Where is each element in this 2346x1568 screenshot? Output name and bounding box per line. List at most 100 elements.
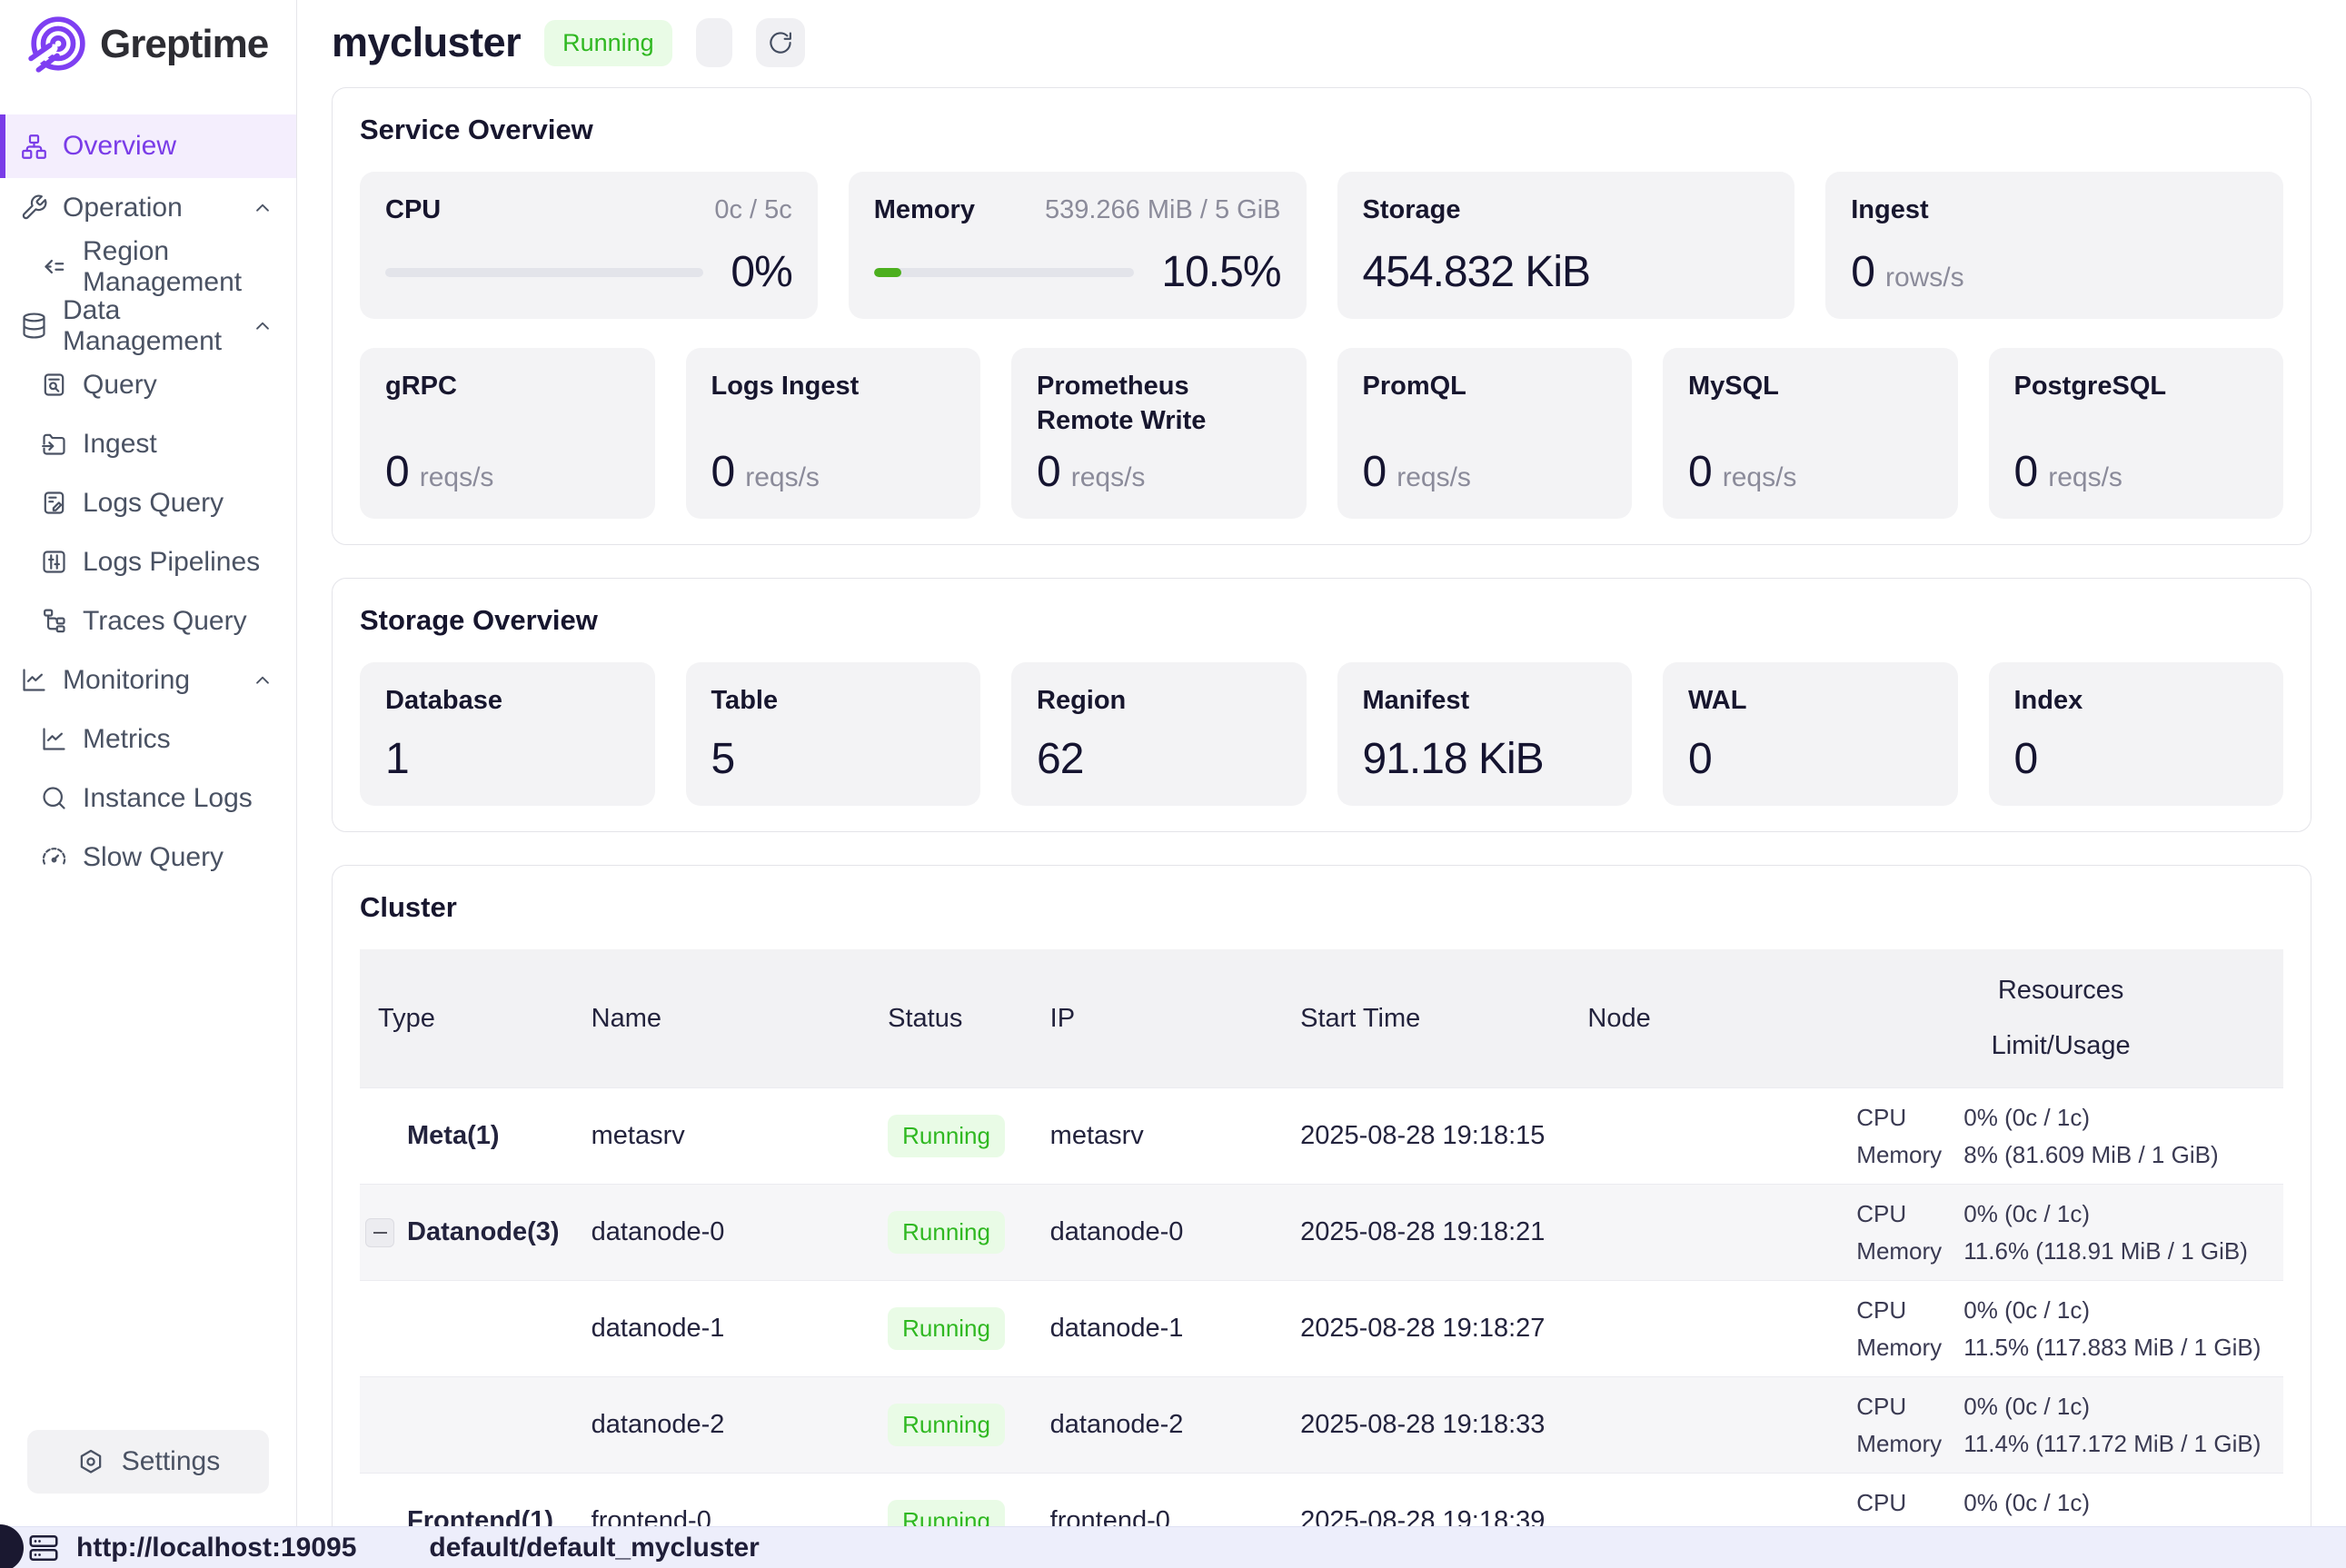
col-ip: IP <box>1032 949 1282 1087</box>
col-node: Node <box>1569 949 1838 1087</box>
sidebar-item-slow-query[interactable]: Slow Query <box>0 828 296 887</box>
memory-progress-track <box>874 268 1135 277</box>
status-bar: http://localhost:19095 default/default_m… <box>0 1526 2346 1568</box>
memory-progress-fill <box>874 268 901 277</box>
edge-widget[interactable] <box>0 1524 24 1568</box>
table-label: Table <box>711 684 956 719</box>
sidebar-item-operation[interactable]: Operation <box>0 178 296 237</box>
cell-type: Frontend(1) <box>360 1506 573 1526</box>
storage-value: 454.832 KiB <box>1363 248 1591 296</box>
row-status-badge: Running <box>888 1500 1005 1526</box>
cell-ip: datanode-1 <box>1032 1314 1282 1344</box>
row-status-badge: Running <box>888 1404 1005 1446</box>
settings-button[interactable]: Settings <box>27 1430 269 1494</box>
sidebar-item-label: Logs Query <box>83 488 224 519</box>
sidebar-nav: Overview Operation Region Management <box>0 114 296 887</box>
table-row-datanode-1: datanode-1 Running datanode-1 2025-08-28… <box>360 1280 2283 1376</box>
database-card: Database 1 <box>360 662 655 806</box>
row-status-badge: Running <box>888 1307 1005 1350</box>
sidebar-item-query[interactable]: Query <box>0 355 296 414</box>
sidebar-item-traces-query[interactable]: Traces Query <box>0 591 296 650</box>
res-mem-value: 11.5% (117.883 MiB / 1 GiB) <box>1963 1334 2261 1362</box>
host-url[interactable]: http://localhost:19095 <box>76 1533 356 1563</box>
res-mem-label: Memory <box>1856 1237 1963 1265</box>
sidebar-item-logs-pipelines[interactable]: Logs Pipelines <box>0 532 296 591</box>
sidebar-item-instance-logs[interactable]: Instance Logs <box>0 769 296 828</box>
cell-name: datanode-0 <box>573 1217 870 1247</box>
sidebar: Greptime Overview Operation <box>0 0 297 1526</box>
file-edit-icon <box>40 489 68 517</box>
service-overview-title: Service Overview <box>360 114 2283 146</box>
col-resources-title: Resources <box>1998 976 2124 1006</box>
cluster-table-header: Type Name Status IP Start Time Node Reso… <box>360 949 2283 1087</box>
res-cpu-label: CPU <box>1856 1393 1963 1421</box>
res-mem-value: 8% (81.609 MiB / 1 GiB) <box>1963 1141 2218 1169</box>
cluster-action-button[interactable] <box>696 18 732 67</box>
cpu-percent: 0% <box>731 247 791 297</box>
wal-card: WAL 0 <box>1663 662 1958 806</box>
file-search-icon <box>40 371 68 399</box>
table-value: 5 <box>711 734 956 784</box>
sidebar-item-data-management[interactable]: Data Management <box>0 296 296 355</box>
sidebar-item-label: Overview <box>63 131 176 162</box>
overview-icon <box>20 133 48 161</box>
minus-icon <box>373 1232 387 1234</box>
sidebar-item-overview[interactable]: Overview <box>0 114 296 178</box>
chevron-up-icon <box>251 196 274 220</box>
cluster-status-badge: Running <box>544 20 672 66</box>
page-header: mycluster Running <box>297 0 2346 80</box>
sidebar-item-metrics[interactable]: Metrics <box>0 710 296 769</box>
res-cpu-value: 0% (0c / 1c) <box>1963 1296 2090 1325</box>
col-name: Name <box>573 949 870 1087</box>
col-resources: Resources Limit/Usage <box>1838 949 2283 1087</box>
cell-name: metasrv <box>573 1121 870 1151</box>
sidebar-item-region-management[interactable]: Region Management <box>0 237 296 296</box>
prometheus-remote-write-value: 0 <box>1037 448 1060 496</box>
memory-percent: 10.5% <box>1161 247 1280 297</box>
promql-unit: reqs/s <box>1397 462 1471 492</box>
index-value: 0 <box>2014 734 2259 784</box>
sidebar-item-label: Instance Logs <box>83 783 253 814</box>
sidebar-item-label: Region Management <box>83 236 274 298</box>
sidebar-item-monitoring[interactable]: Monitoring <box>0 650 296 710</box>
cell-ip: datanode-2 <box>1032 1410 1282 1440</box>
cell-resources: CPU0% (0c / 1c) Memory10.1% (103.691 MiB… <box>1838 1476 2283 1527</box>
sliders-icon <box>40 548 68 576</box>
gauge-icon <box>40 843 68 871</box>
res-mem-label: Memory <box>1856 1141 1963 1169</box>
logs-ingest-unit: reqs/s <box>745 462 820 492</box>
greptime-logo[interactable]: Greptime <box>0 0 296 87</box>
metrics-chart-icon <box>40 725 68 753</box>
table-row-datanode-0: Datanode(3) datanode-0 Running datanode-… <box>360 1184 2283 1280</box>
ingest-value: 0 <box>1851 248 1874 296</box>
memory-limit: 539.266 MiB / 5 GiB <box>1045 195 1281 225</box>
cpu-limit: 0c / 5c <box>714 195 791 225</box>
sidebar-item-label: Traces Query <box>83 606 247 637</box>
table-row-meta: Meta(1) metasrv Running metasrv 2025-08-… <box>360 1087 2283 1184</box>
cell-name: datanode-2 <box>573 1410 870 1440</box>
brand-name: Greptime <box>100 22 268 67</box>
collapse-button[interactable] <box>365 1218 394 1247</box>
grpc-label: gRPC <box>385 370 630 404</box>
sidebar-item-logs-query[interactable]: Logs Query <box>0 473 296 532</box>
line-chart-icon <box>20 666 48 694</box>
storage-label: Storage <box>1363 194 1461 228</box>
sidebar-item-label: Monitoring <box>63 665 190 696</box>
cell-ip: metasrv <box>1032 1121 1282 1151</box>
promql-label: PromQL <box>1363 370 1607 404</box>
cell-start-time: 2025-08-28 19:18:15 <box>1282 1121 1569 1151</box>
manifest-label: Manifest <box>1363 684 1607 719</box>
mysql-label: MySQL <box>1688 370 1933 404</box>
promql-card: PromQL 0reqs/s <box>1337 348 1633 519</box>
mysql-card: MySQL 0reqs/s <box>1663 348 1958 519</box>
type-label: Datanode(3) <box>407 1217 560 1247</box>
database-selector[interactable]: default/default_mycluster <box>429 1533 759 1563</box>
sidebar-item-ingest[interactable]: Ingest <box>0 414 296 473</box>
storage-overview-panel: Storage Overview Database 1 Table 5 Regi… <box>332 578 2311 832</box>
sidebar-item-label: Ingest <box>83 429 157 460</box>
cell-name: frontend-0 <box>573 1506 870 1526</box>
prometheus-remote-write-unit: reqs/s <box>1071 462 1146 492</box>
refresh-button[interactable] <box>756 18 805 67</box>
service-overview-panel: Service Overview CPU 0c / 5c 0% <box>332 87 2311 545</box>
main-content: mycluster Running Service Overview CPU 0… <box>297 0 2346 1526</box>
